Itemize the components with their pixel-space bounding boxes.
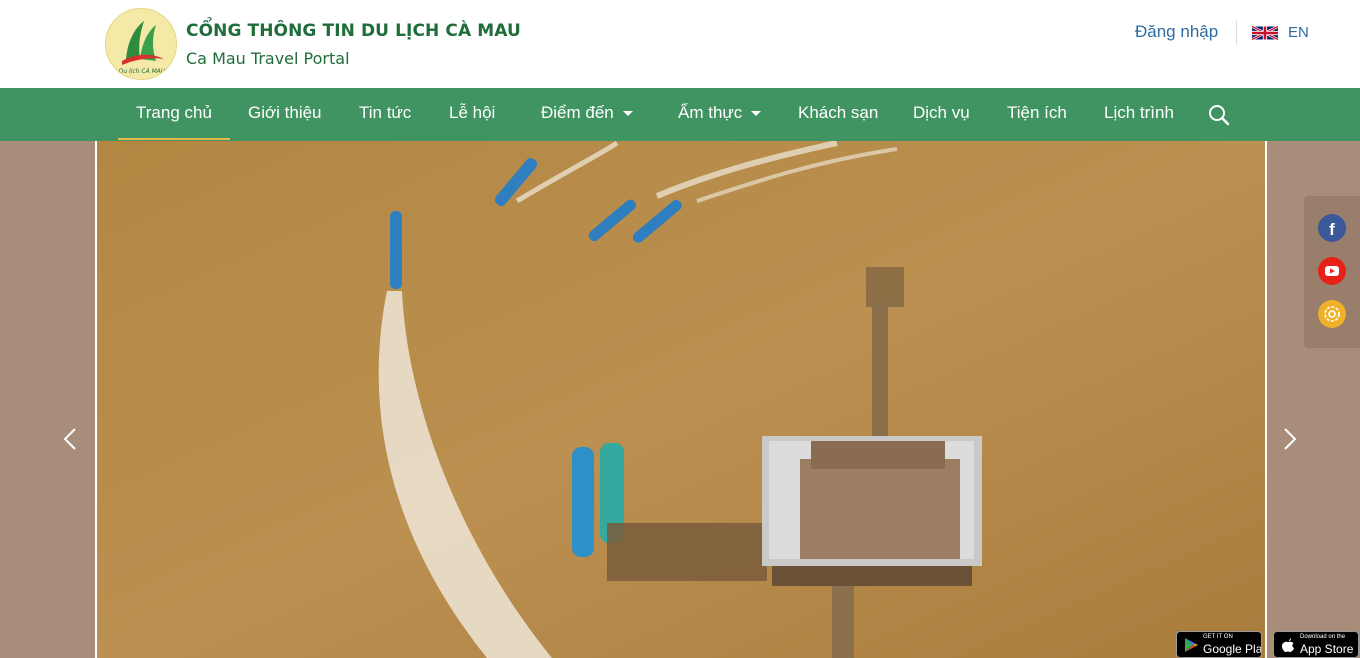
caret-down-icon (622, 111, 633, 117)
logo-wordmark: Du lịch CÀ MAU (119, 68, 166, 75)
nav-item-label: Dịch vụ (913, 103, 970, 122)
google-play-small-text: GET IT ON (1203, 634, 1233, 640)
uk-flag-icon (1252, 24, 1278, 41)
google-play-icon (1185, 638, 1198, 652)
nav-item-destinations[interactable]: Điểm đến (541, 88, 633, 141)
site-title: CỔNG THÔNG TIN DU LỊCH CÀ MAU (186, 21, 521, 41)
google-play-text: Google Play (1203, 642, 1262, 656)
facebook-icon[interactable]: f (1318, 214, 1346, 242)
nav-item-about[interactable]: Giới thiệu (248, 88, 322, 141)
apple-icon (1282, 638, 1294, 652)
google-play-badge[interactable]: GET IT ON Google Play (1176, 631, 1262, 658)
nav-item-festivals[interactable]: Lễ hội (449, 88, 495, 141)
language-code: EN (1288, 24, 1309, 41)
svg-text:f: f (1329, 220, 1335, 239)
nav-item-label: Điểm đến (541, 103, 614, 122)
nav-item-utilities[interactable]: Tiện ích (1007, 88, 1067, 141)
nav-item-label: Khách sạn (798, 103, 879, 122)
site-header: Du lịch CÀ MAU CỔNG THÔNG TIN DU LỊCH CÀ… (0, 0, 1360, 88)
nav-item-services[interactable]: Dịch vụ (913, 88, 970, 141)
hero-image (95, 141, 1267, 658)
caret-down-icon (751, 111, 762, 117)
nav-item-label: Ẩm thực (678, 103, 743, 122)
nav-item-label: Giới thiệu (248, 103, 322, 122)
nav-item-news[interactable]: Tin tức (359, 88, 411, 141)
nav-item-home[interactable]: Trang chủ (118, 88, 230, 141)
nav-item-label: Lễ hội (449, 103, 496, 122)
nav-item-itinerary[interactable]: Lịch trình (1104, 88, 1174, 141)
nav-item-label: Lịch trình (1104, 103, 1174, 122)
next-slide-arrow[interactable] (1277, 427, 1301, 451)
nav-item-label: Tin tức (359, 103, 412, 122)
main-nav: Trang chủ Giới thiệu Tin tức Lễ hội Điểm… (0, 88, 1360, 141)
app-store-small-text: Download on the (1300, 634, 1346, 640)
nav-item-cuisine[interactable]: Ẩm thực (678, 88, 762, 141)
settings-icon[interactable] (1318, 300, 1346, 328)
prev-slide-arrow[interactable] (59, 427, 83, 451)
header-divider (1236, 21, 1237, 45)
site-logo[interactable]: Du lịch CÀ MAU (105, 8, 177, 80)
nav-item-hotels[interactable]: Khách sạn (798, 88, 878, 141)
app-store-badge[interactable]: Download on the App Store (1273, 631, 1359, 658)
site-subtitle: Ca Mau Travel Portal (186, 49, 350, 68)
login-link[interactable]: Đăng nhập (1135, 22, 1218, 42)
nav-item-label: Tiện ích (1007, 103, 1067, 122)
social-sidebar: f (1304, 196, 1360, 348)
nav-item-label: Trang chủ (136, 103, 212, 122)
language-switcher[interactable]: EN (1252, 24, 1309, 41)
app-store-text: App Store (1300, 642, 1354, 656)
hero-slider (0, 141, 1360, 658)
youtube-icon[interactable] (1318, 257, 1346, 285)
search-icon[interactable] (1207, 103, 1231, 127)
